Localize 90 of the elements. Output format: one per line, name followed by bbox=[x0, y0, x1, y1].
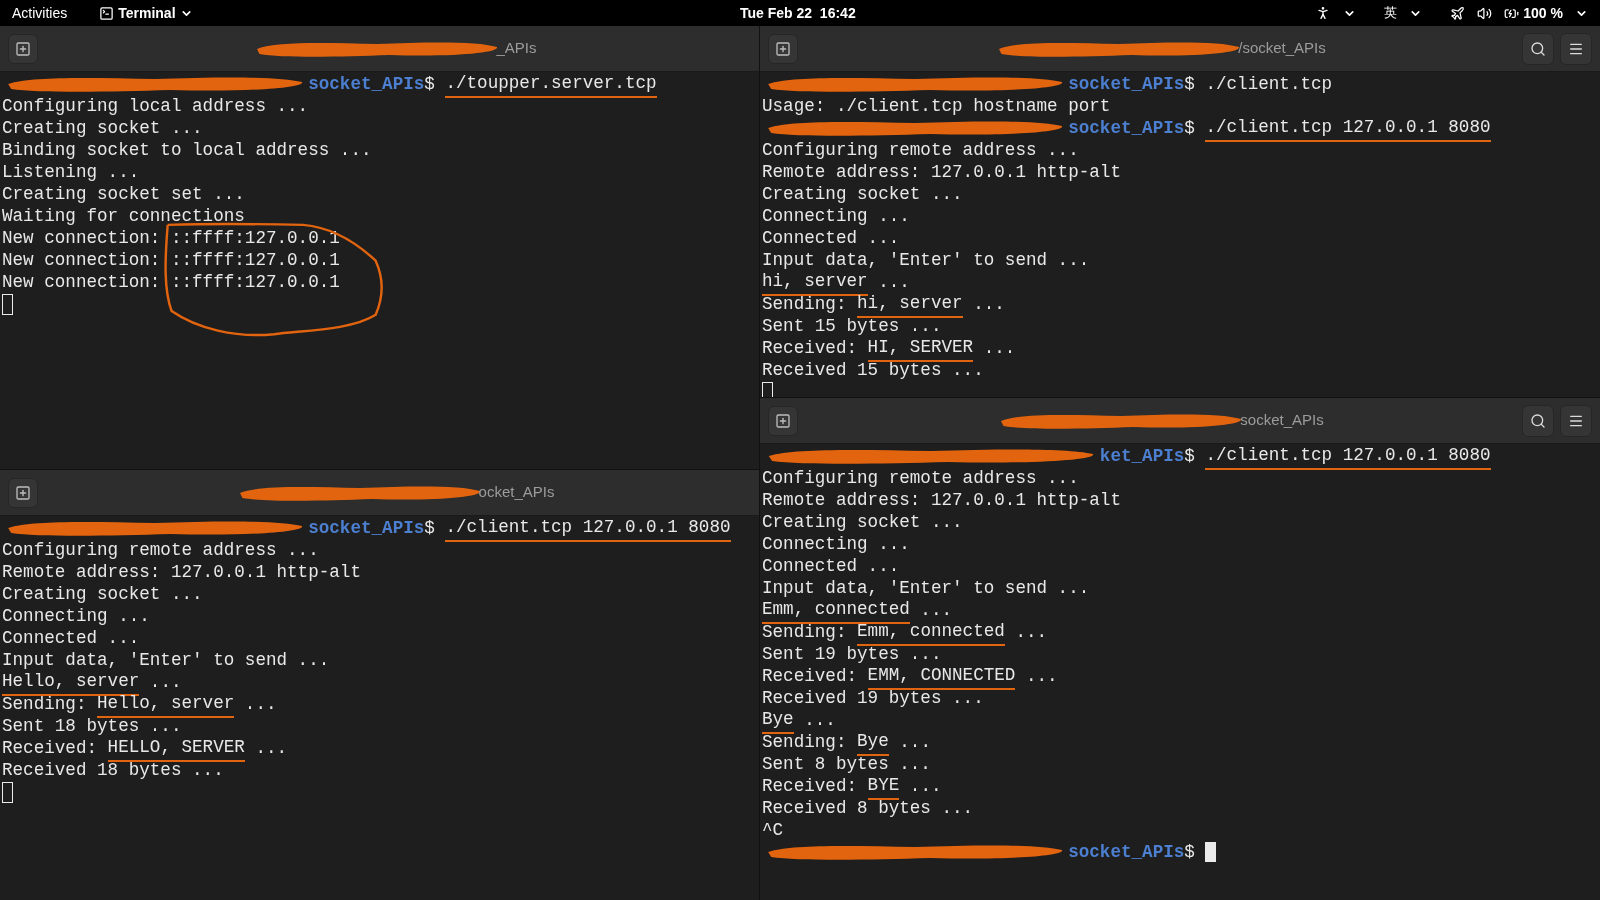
terminal-icon bbox=[99, 5, 115, 21]
terminal-text: ^C bbox=[762, 818, 784, 842]
underlined-text: Hello, server bbox=[97, 689, 235, 719]
search-icon bbox=[1530, 40, 1546, 57]
prompt-path: socket_APIs bbox=[308, 72, 425, 96]
terminal-text: Connecting ... bbox=[2, 604, 150, 628]
terminal-text: Creating socket ... bbox=[762, 510, 963, 534]
terminal-text: Remote address: 127.0.0.1 http-alt bbox=[762, 488, 1121, 512]
terminal-text: ... bbox=[982, 336, 1016, 360]
terminal-text: Creating socket ... bbox=[762, 182, 963, 206]
terminal-text: $ bbox=[1184, 116, 1196, 140]
terminal-text: Configuring remote address ... bbox=[762, 466, 1079, 490]
menu-button[interactable] bbox=[1560, 32, 1592, 65]
terminal-text: Received: bbox=[762, 664, 859, 688]
terminal-text: Configuring local address ... bbox=[2, 94, 309, 118]
terminal-text: $ bbox=[424, 72, 436, 96]
terminal-text: ... bbox=[898, 730, 931, 754]
terminal-text: New connection: ::ffff:127.0.0.1 bbox=[2, 226, 340, 250]
terminal-text: ... bbox=[972, 292, 1005, 316]
terminal-text: ... bbox=[1014, 620, 1048, 644]
terminal-text: Creating socket ... bbox=[2, 116, 203, 140]
terminal-text: $ bbox=[1184, 840, 1196, 864]
terminal-text: $ bbox=[1184, 444, 1196, 468]
terminal-text: Received: bbox=[762, 774, 859, 798]
battery-level: 100 % bbox=[1523, 3, 1563, 23]
terminal-text: Received: bbox=[2, 736, 99, 760]
prompt-path: socket_APIs bbox=[308, 516, 425, 540]
terminal-text: Received: bbox=[762, 336, 859, 360]
airplane-icon[interactable] bbox=[1450, 5, 1466, 21]
window-title: ocket_APIs bbox=[478, 482, 555, 503]
terminal-text: ... bbox=[243, 692, 277, 716]
terminal-text: Listening ... bbox=[2, 160, 140, 184]
new-tab-button[interactable] bbox=[768, 405, 798, 436]
new-tab-button[interactable] bbox=[8, 477, 38, 508]
prompt-path: socket_APIs bbox=[1068, 116, 1185, 140]
underlined-text: HI, SERVER bbox=[867, 333, 974, 363]
terminal-text: Binding socket to local address ... bbox=[2, 138, 372, 162]
terminal-text: Usage: ./client.tcp hostname port bbox=[762, 94, 1111, 118]
new-tab-icon bbox=[15, 40, 31, 57]
window-title: _APIs bbox=[496, 38, 537, 59]
terminal-text: Connected ... bbox=[762, 554, 900, 578]
new-tab-button[interactable] bbox=[8, 33, 38, 64]
underlined-text: ./client.tcp 127.0.0.1 8080 bbox=[1205, 113, 1491, 143]
prompt-path: socket_APIs bbox=[1068, 840, 1185, 864]
activities-button[interactable]: Activities bbox=[12, 2, 68, 24]
terminal-text: Connected ... bbox=[762, 226, 900, 250]
prompt-path: ket_APIs bbox=[1099, 444, 1185, 468]
terminal-text: New connection: ::ffff:127.0.0.1 bbox=[2, 270, 340, 294]
search-icon bbox=[1530, 412, 1546, 429]
prompt-path: socket_APIs bbox=[1068, 72, 1185, 96]
underlined-text: Bye bbox=[762, 705, 794, 735]
volume-icon[interactable] bbox=[1477, 5, 1493, 21]
underlined-text: Emm, connected bbox=[857, 617, 1005, 647]
terminal-text: ... bbox=[254, 736, 288, 760]
underlined-text: BYE bbox=[867, 771, 900, 801]
terminal-text: Configuring remote address ... bbox=[762, 138, 1079, 162]
terminal-text: ... bbox=[1024, 664, 1058, 688]
terminal-text: Connecting ... bbox=[762, 532, 910, 556]
terminal-text: New connection: ::ffff:127.0.0.1 bbox=[2, 248, 340, 272]
terminal-text: Configuring remote address ... bbox=[2, 538, 319, 562]
window-title: /socket_APIs bbox=[1238, 38, 1326, 59]
terminal-text: Creating socket set ... bbox=[2, 182, 245, 206]
underlined-text: hi, server bbox=[857, 289, 963, 319]
terminal-text: ... bbox=[908, 774, 942, 798]
search-button[interactable] bbox=[1522, 404, 1554, 437]
menu-button[interactable] bbox=[1560, 404, 1592, 437]
underlined-text: Bye bbox=[857, 727, 889, 757]
terminal-text: Remote address: 127.0.0.1 http-alt bbox=[2, 560, 361, 584]
terminal-text: ... bbox=[803, 708, 836, 732]
clock[interactable]: Tue Feb 22 16:42 bbox=[740, 2, 856, 24]
new-tab-icon bbox=[775, 412, 791, 429]
terminal-text: Remote address: 127.0.0.1 http-alt bbox=[762, 160, 1121, 184]
app-menu[interactable]: Terminal bbox=[99, 2, 193, 24]
new-tab-icon bbox=[775, 40, 791, 57]
terminal-text: $ ./client.tcp bbox=[1184, 72, 1333, 96]
terminal-text: Waiting for connections bbox=[2, 204, 245, 228]
terminal-text: Connecting ... bbox=[762, 204, 910, 228]
new-tab-button[interactable] bbox=[768, 33, 798, 64]
search-button[interactable] bbox=[1522, 32, 1554, 65]
underlined-text: HELLO, SERVER bbox=[107, 733, 245, 763]
underlined-text: ./toupper.server.tcp bbox=[445, 72, 657, 99]
window-title: socket_APIs bbox=[1240, 410, 1324, 431]
terminal-text: Connected ... bbox=[2, 626, 140, 650]
new-tab-icon bbox=[15, 484, 31, 501]
terminal-text: $ bbox=[424, 516, 436, 540]
input-method[interactable]: 英 bbox=[1384, 3, 1398, 23]
terminal-text: Creating socket ... bbox=[2, 582, 203, 606]
underlined-text: ./client.tcp 127.0.0.1 8080 bbox=[445, 516, 731, 543]
underlined-text: EMM, CONNECTED bbox=[867, 661, 1016, 691]
underlined-text: ./client.tcp 127.0.0.1 8080 bbox=[1205, 444, 1491, 471]
